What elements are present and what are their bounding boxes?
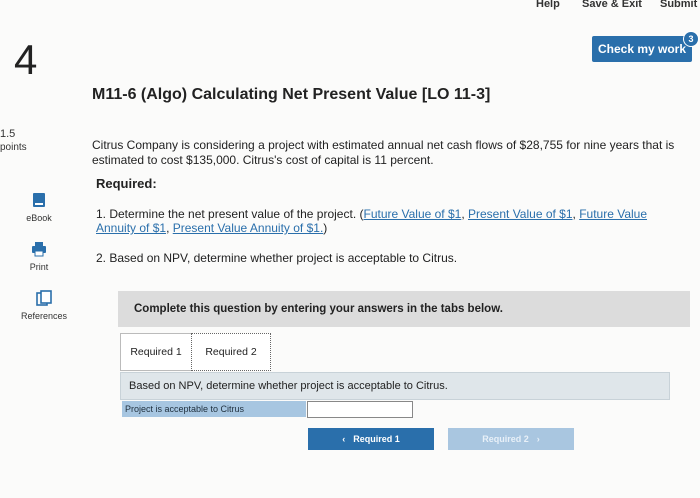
answer-label: Project is acceptable to Citrus <box>122 401 306 417</box>
printer-icon <box>0 241 78 259</box>
instructions-text: Complete this question by entering your … <box>134 303 503 315</box>
requirement-1: 1. Determine the net present value of th… <box>96 207 648 235</box>
top-bar: Help Save & Exit Submit <box>0 0 700 14</box>
tab-required-1[interactable]: Required 1 <box>120 333 191 371</box>
references-tool[interactable]: References <box>5 290 83 321</box>
ebook-tool[interactable]: eBook <box>0 192 78 223</box>
save-exit-link[interactable]: Save & Exit <box>582 0 642 10</box>
help-link[interactable]: Help <box>536 0 560 10</box>
fv1-link[interactable]: Future Value of $1 <box>363 207 461 221</box>
points-value: 1.5 <box>0 128 16 140</box>
answer-label-text: Project is acceptable to Citrus <box>125 404 245 414</box>
references-label: References <box>20 311 68 321</box>
book-icon <box>0 192 78 210</box>
next-required-2-button[interactable]: Required 2 › <box>448 428 574 450</box>
check-count-badge: 3 <box>683 31 699 47</box>
chevron-right-icon: › <box>536 434 540 444</box>
print-tool[interactable]: Print <box>0 241 78 272</box>
pv1-link[interactable]: Present Value of $1 <box>468 207 573 221</box>
question-number: 4 <box>14 36 38 83</box>
print-label: Print <box>29 262 49 272</box>
instructions-box: Complete this question by entering your … <box>118 291 690 327</box>
requirement-2: 2. Based on NPV, determine whether proje… <box>96 251 458 265</box>
tab-required-2[interactable]: Required 2 <box>191 333 271 371</box>
answer-dropdown[interactable] <box>307 401 413 418</box>
question-line: Based on NPV, determine whether project … <box>120 372 670 400</box>
prev-button-label: Required 1 <box>353 434 400 444</box>
req1-suffix: ) <box>323 221 328 235</box>
references-icon <box>5 290 83 308</box>
ebook-label: eBook <box>26 213 52 223</box>
submit-link[interactable]: Submit <box>660 0 697 10</box>
prev-required-1-button[interactable]: ‹ Required 1 <box>308 428 434 450</box>
problem-statement: Citrus Company is considering a project … <box>92 138 675 167</box>
check-my-work-button[interactable]: Check my work <box>592 36 692 62</box>
chevron-left-icon: ‹ <box>342 434 346 444</box>
pva1-link[interactable]: Present Value Annuity of $1. <box>173 221 324 235</box>
question-line-text: Based on NPV, determine whether project … <box>129 380 448 392</box>
next-button-label: Required 2 <box>482 434 529 444</box>
question-title: M11-6 (Algo) Calculating Net Present Val… <box>92 86 491 103</box>
required-heading: Required: <box>96 176 157 191</box>
req1-prefix: 1. Determine the net present value of th… <box>96 207 364 221</box>
points-label: points <box>0 142 27 153</box>
